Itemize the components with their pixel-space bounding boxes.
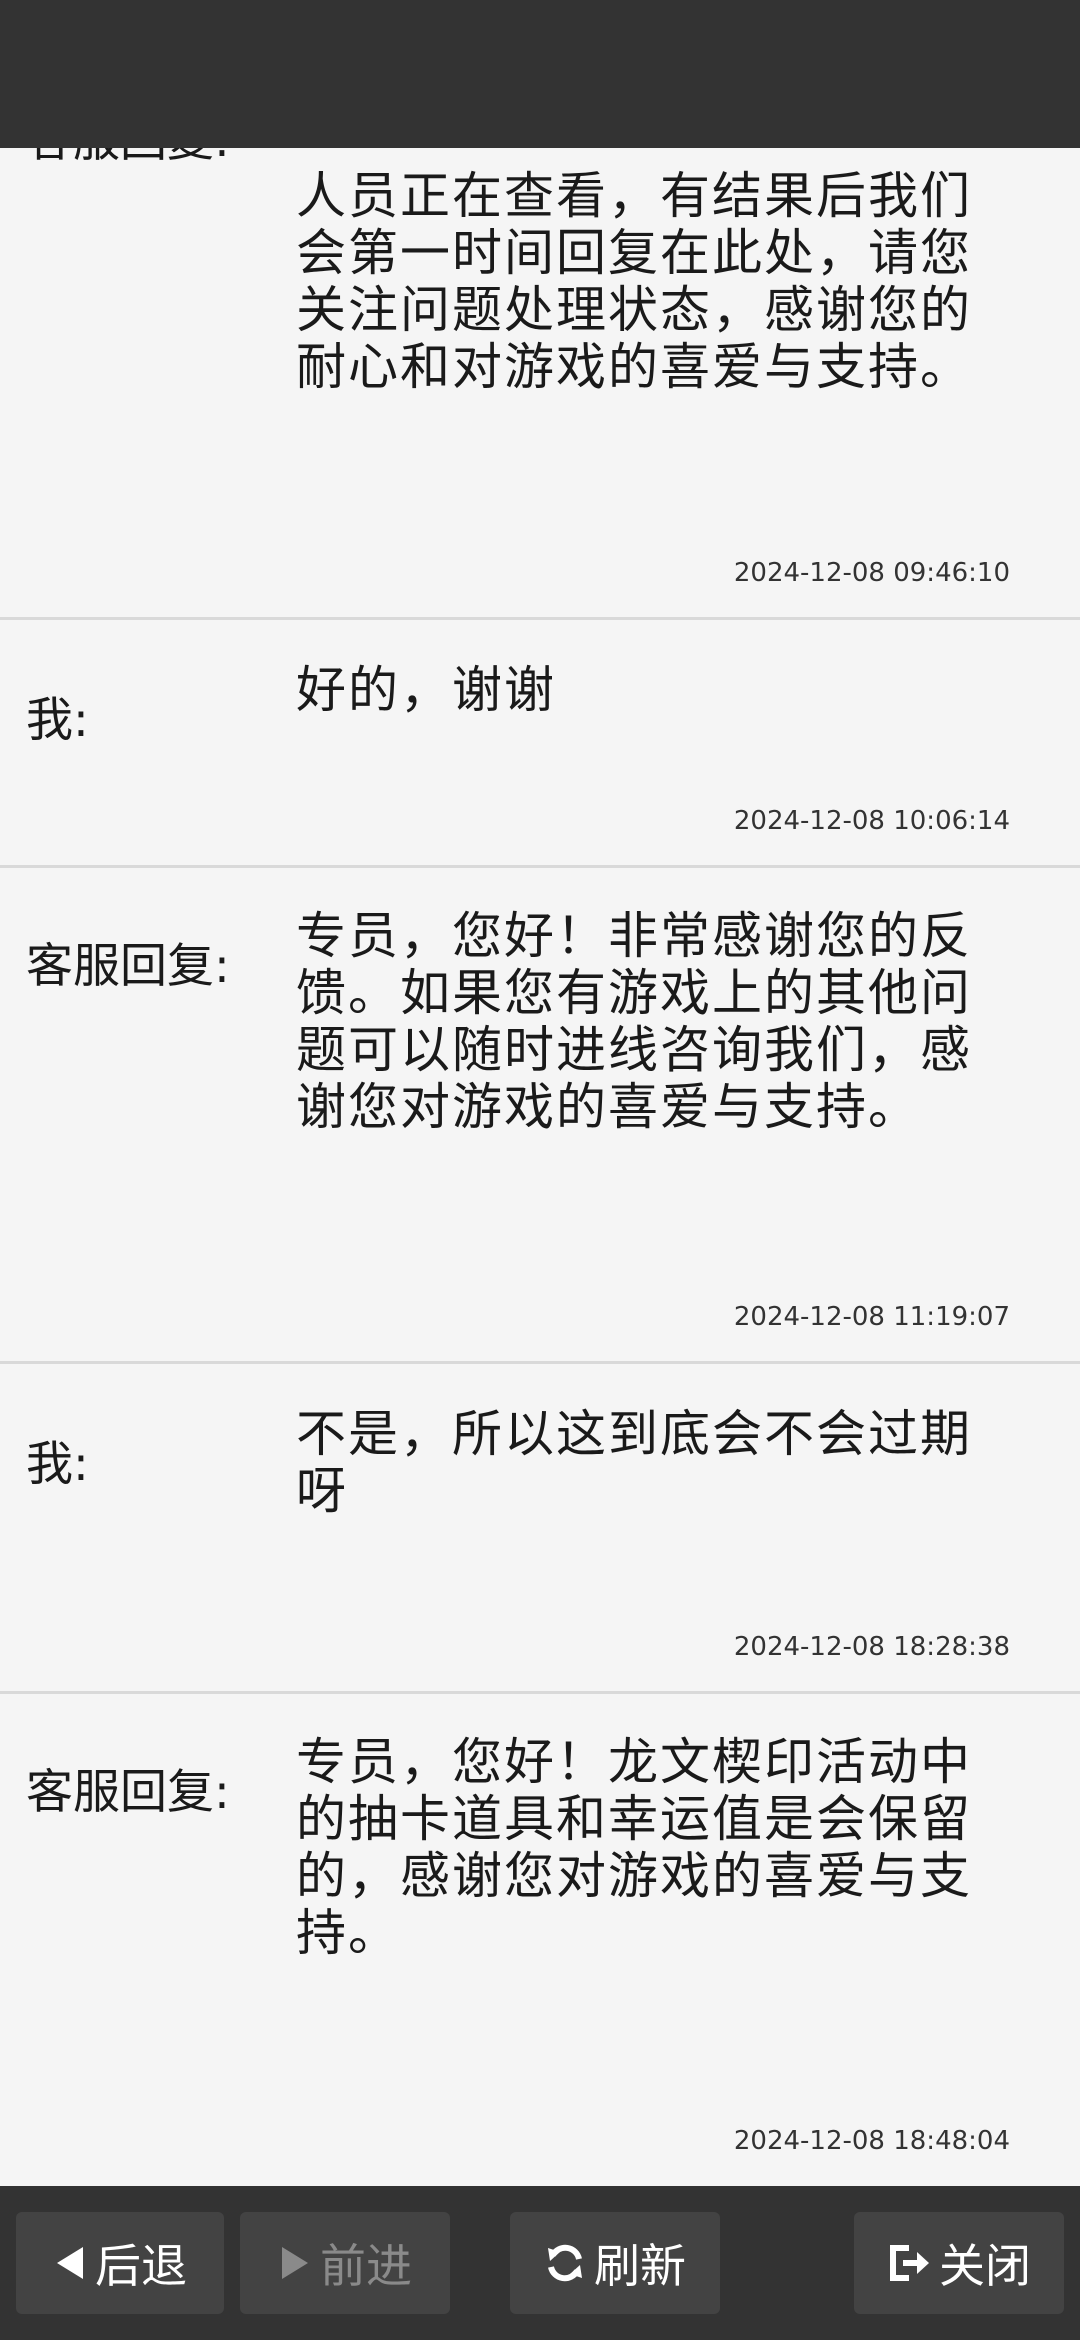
message-line: 好的，谢谢 <box>296 661 556 719</box>
message-line: 谢您对游戏的喜爱与支持。 <box>296 1078 920 1136</box>
message-item: 客服回复: 专员，您好！龙文楔印活动中 的抽卡道具和幸运值是会保留 的，感谢您对… <box>0 1694 1080 2186</box>
message-line: 专员，您好！龙文楔印活动中 <box>296 1733 972 1791</box>
back-label: 后退 <box>95 2239 187 2293</box>
message-timestamp: 2024-12-08 10:06:14 <box>733 806 1010 836</box>
message-line: 持。 <box>296 1904 400 1962</box>
back-arrow-icon <box>57 2247 83 2279</box>
message-timestamp: 2024-12-08 18:28:38 <box>733 1632 1010 1662</box>
bottom-toolbar: 后退 前进 刷新 关闭 <box>0 2186 1080 2340</box>
message-feed[interactable]: 客服回复: 人员正在查看，有结果后我们 会第一时间回复在此处，请您 关注问题处理… <box>0 0 1080 2186</box>
refresh-button[interactable]: 刷新 <box>510 2212 720 2314</box>
refresh-icon <box>548 2244 582 2282</box>
message-item: 我: 不是，所以这到底会不会过期 呀 2024-12-08 18:28:38 <box>0 1364 1080 1694</box>
forward-arrow-icon <box>282 2247 308 2279</box>
forward-button[interactable]: 前进 <box>240 2212 450 2314</box>
close-button[interactable]: 关闭 <box>854 2212 1064 2314</box>
message-line: 关注问题处理状态，感谢您的 <box>296 281 972 339</box>
speaker-label: 我: <box>26 1437 89 1492</box>
close-label: 关闭 <box>939 2239 1031 2293</box>
message-timestamp: 2024-12-08 18:48:04 <box>733 2126 1010 2156</box>
message-item: 我: 好的，谢谢 2024-12-08 10:06:14 <box>0 620 1080 868</box>
refresh-label: 刷新 <box>594 2239 686 2293</box>
status-bar <box>0 0 1080 148</box>
message-line: 馈。如果您有游戏上的其他问 <box>296 964 972 1022</box>
message-line: 耐心和对游戏的喜爱与支持。 <box>296 338 972 396</box>
forward-label: 前进 <box>320 2239 412 2293</box>
message-line: 的，感谢您对游戏的喜爱与支 <box>296 1847 972 1905</box>
speaker-label: 我: <box>26 693 89 748</box>
message-text: 专员，您好！非常感谢您的反 馈。如果您有游戏上的其他问 题可以随时进线咨询我们，… <box>296 908 1016 1136</box>
message-item: 客服回复: 专员，您好！非常感谢您的反 馈。如果您有游戏上的其他问 题可以随时进… <box>0 868 1080 1364</box>
message-timestamp: 2024-12-08 11:19:07 <box>733 1302 1010 1332</box>
message-timestamp: 2024-12-08 09:46:10 <box>733 558 1010 588</box>
message-line: 会第一时间回复在此处，请您 <box>296 224 972 282</box>
speaker-label: 客服回复: <box>26 939 230 994</box>
message-text: 专员，您好！龙文楔印活动中 的抽卡道具和幸运值是会保留 的，感谢您对游戏的喜爱与… <box>296 1734 1016 1962</box>
message-line: 人员正在查看，有结果后我们 <box>296 167 972 225</box>
message-line: 的抽卡道具和幸运值是会保留 <box>296 1790 972 1848</box>
exit-icon <box>890 2245 929 2281</box>
message-text: 好的，谢谢 <box>296 662 1016 719</box>
message-line: 专员，您好！非常感谢您的反 <box>296 907 972 965</box>
back-button[interactable]: 后退 <box>16 2212 224 2314</box>
message-line: 呀 <box>296 1462 348 1520</box>
message-line: 不是，所以这到底会不会过期 <box>296 1405 972 1463</box>
message-line: 题可以随时进线咨询我们，感 <box>296 1021 972 1079</box>
speaker-label: 客服回复: <box>26 1765 230 1820</box>
message-text: 人员正在查看，有结果后我们 会第一时间回复在此处，请您 关注问题处理状态，感谢您… <box>296 168 1016 396</box>
message-text: 不是，所以这到底会不会过期 呀 <box>296 1406 1016 1520</box>
